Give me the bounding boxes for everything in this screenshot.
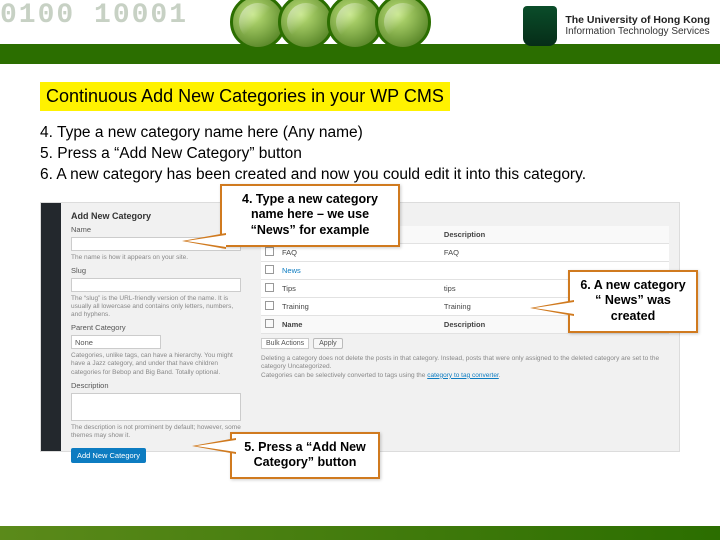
- panel-heading: Add New Category: [71, 211, 241, 221]
- slug-label: Slug: [71, 266, 241, 275]
- callout-6-text: 6. A new category “ News” was created: [580, 278, 685, 323]
- checkbox-icon[interactable]: [265, 283, 274, 292]
- callout-arrow-icon: [182, 233, 226, 249]
- brand-line2: Information Technology Services: [565, 26, 710, 38]
- screenshot-canvas: Add New Category Name The name is how it…: [40, 192, 680, 522]
- checkbox-icon[interactable]: [265, 247, 274, 256]
- callout-arrow-icon: [192, 438, 236, 454]
- banner-circles: [230, 0, 419, 55]
- checkbox-icon[interactable]: [265, 265, 274, 274]
- add-new-category-button[interactable]: Add New Category: [71, 448, 146, 463]
- callout-arrow-icon: [530, 300, 574, 316]
- parent-label: Parent Category: [71, 323, 241, 332]
- checkbox-icon[interactable]: [265, 319, 274, 328]
- cat-link[interactable]: News: [278, 261, 440, 279]
- globe-icon: [375, 0, 431, 50]
- name-help: The name is how it appears on your site.: [71, 254, 241, 262]
- callout-6: 6. A new category “ News” was created: [568, 270, 698, 333]
- th-desc[interactable]: Description: [440, 226, 669, 244]
- step-4: 4. Type a new category name here (Any na…: [40, 123, 680, 144]
- footer-bar: [0, 526, 720, 540]
- th-name-foot[interactable]: Name: [278, 315, 440, 333]
- slide-banner: 0100 10001 The University of Hong Kong I…: [0, 0, 720, 64]
- slug-input[interactable]: [71, 278, 241, 292]
- cat-slug: FAQ: [440, 243, 669, 261]
- callout-4-text: 4. Type a new category name here – we us…: [242, 192, 378, 237]
- brand-block: The University of Hong Kong Information …: [523, 6, 710, 46]
- step-list: 4. Type a new category name here (Any na…: [0, 115, 720, 192]
- bulk-actions-row-bottom: Bulk Actions Apply: [261, 338, 669, 349]
- callout-5-text: 5. Press a “Add New Category” button: [244, 440, 366, 470]
- brand-line1: The University of Hong Kong: [565, 14, 710, 27]
- description-input[interactable]: [71, 393, 241, 421]
- step-5: 5. Press a “Add New Category” button: [40, 144, 680, 165]
- hku-shield-icon: [523, 6, 557, 46]
- cat-link[interactable]: Tips: [278, 279, 440, 297]
- bulk-actions-select[interactable]: Bulk Actions: [261, 338, 309, 349]
- callout-5: 5. Press a “Add New Category” button: [230, 432, 380, 479]
- footer-note: Deleting a category does not delete the …: [261, 355, 669, 380]
- step-6: 6. A new category has been created and n…: [40, 165, 680, 186]
- slide-title: Continuous Add New Categories in your WP…: [40, 82, 450, 111]
- apply-button[interactable]: Apply: [313, 338, 343, 349]
- globe-icon: [278, 0, 334, 50]
- banner-digits: 0100 10001: [0, 0, 188, 31]
- converter-link[interactable]: category to tag converter: [427, 372, 499, 379]
- brand-text: The University of Hong Kong Information …: [565, 14, 710, 39]
- cat-link[interactable]: Training: [278, 297, 440, 315]
- checkbox-icon[interactable]: [265, 301, 274, 310]
- callout-4: 4. Type a new category name here – we us…: [220, 184, 400, 247]
- parent-help: Categories, unlike tags, can have a hier…: [71, 352, 241, 376]
- parent-select[interactable]: None: [71, 335, 161, 349]
- slug-help: The “slug” is the URL-friendly version o…: [71, 295, 241, 319]
- wp-admin-sidebar: [41, 203, 61, 451]
- description-label: Description: [71, 381, 241, 390]
